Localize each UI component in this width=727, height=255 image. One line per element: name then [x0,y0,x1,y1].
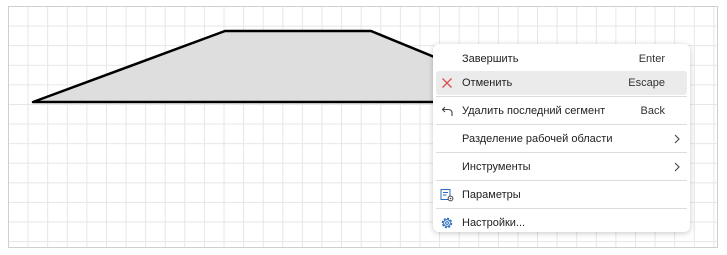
menu-item-workspace-split[interactable]: Разделение рабочей области [436,127,687,151]
settings-gear-icon [441,217,453,229]
menu-item-finish[interactable]: Завершить Enter [436,47,687,71]
menu-item-cancel[interactable]: Отменить Escape [436,71,687,95]
menu-separator [436,96,687,97]
chevron-right-icon [674,162,680,172]
context-menu: Завершить Enter Отменить Escape Удалить … [433,44,690,232]
menu-item-label: Инструменты [462,161,531,173]
menu-item-settings[interactable]: Настройки... [436,211,687,235]
parameters-icon [440,189,454,202]
chevron-right-icon [674,134,680,144]
menu-separator [436,124,687,125]
close-icon [442,78,452,88]
menu-item-shortcut: Back [640,105,665,117]
trapezoid-shape[interactable] [33,31,449,102]
menu-item-shortcut: Escape [628,77,665,89]
menu-item-tools[interactable]: Инструменты [436,155,687,179]
menu-item-delete-last-segment[interactable]: Удалить последний сегмент Back [436,99,687,123]
menu-separator [436,152,687,153]
menu-item-shortcut: Enter [638,53,665,65]
menu-item-label: Параметры [462,189,521,201]
menu-separator [436,180,687,181]
undo-arrow-icon [441,106,453,116]
menu-item-label: Завершить [462,53,519,65]
menu-item-label: Настройки... [462,217,526,229]
menu-item-parameters[interactable]: Параметры [436,183,687,207]
menu-item-label: Удалить последний сегмент [462,105,606,117]
menu-item-label: Отменить [462,77,513,89]
menu-item-label: Разделение рабочей области [462,133,613,145]
menu-separator [436,208,687,209]
